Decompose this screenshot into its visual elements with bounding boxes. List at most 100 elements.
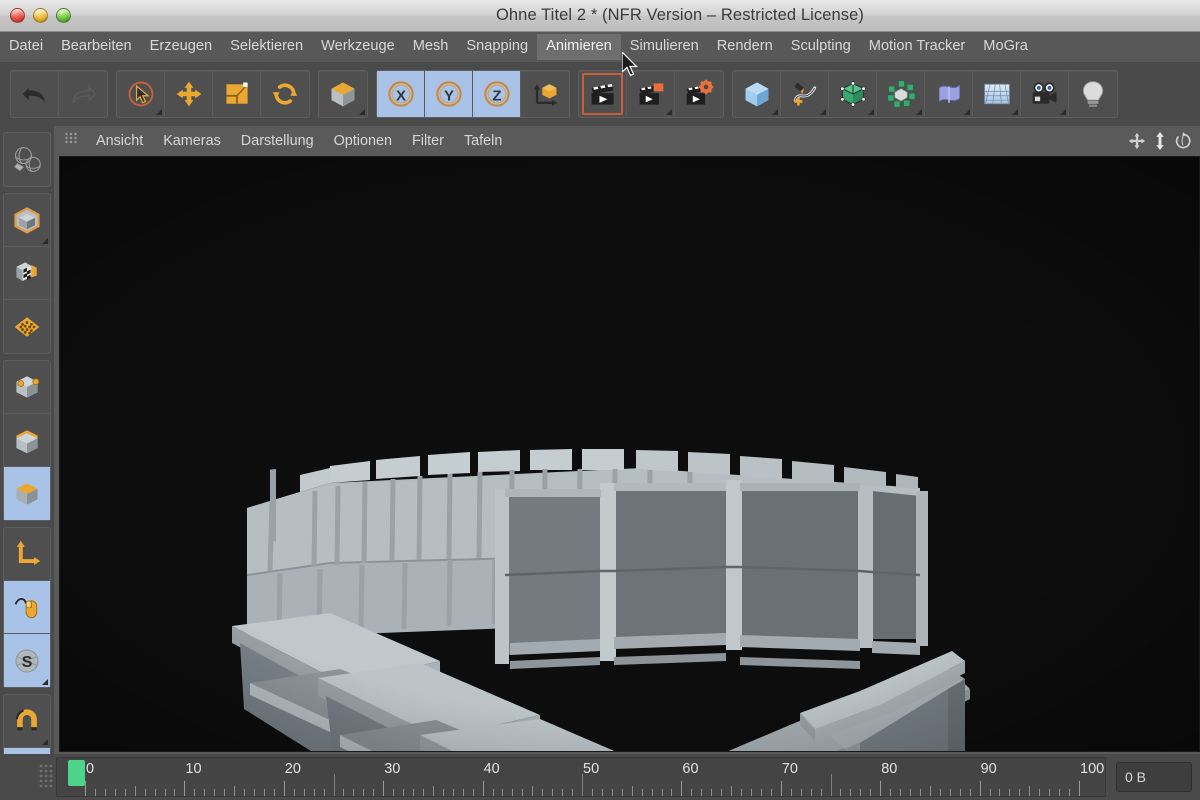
flyout-corner-icon[interactable] <box>42 739 48 745</box>
pan-icon[interactable] <box>1128 132 1146 150</box>
orbit-icon[interactable] <box>1174 132 1192 150</box>
timeline-tick-label: 10 <box>185 761 202 777</box>
make-editable-icon <box>12 145 42 175</box>
timeline-minor-tick <box>224 789 226 796</box>
sidebar-button-workplane-mode[interactable] <box>4 300 50 353</box>
timeline-major-tick <box>85 781 86 796</box>
toolbar-button-render-settings[interactable] <box>675 71 723 117</box>
toolbar-button-deformer[interactable] <box>925 71 973 117</box>
timeline-minor-tick <box>263 789 265 796</box>
flyout-corner-icon[interactable] <box>772 109 778 115</box>
timeline-minor-tick <box>611 789 613 796</box>
toolbar-button-axis-z[interactable]: Z <box>473 71 521 117</box>
menu-item-snapping[interactable]: Snapping <box>457 34 537 60</box>
sidebar-button-texture-mode[interactable] <box>4 247 50 300</box>
viewport-canvas[interactable] <box>59 156 1200 752</box>
timeline-value-field[interactable]: 0 B <box>1116 762 1192 792</box>
timeline-minor-tick <box>860 789 862 796</box>
timeline-minor-tick <box>989 789 991 796</box>
sidebar-button-edge-mode[interactable] <box>4 414 50 467</box>
menu-item-motion-tracker[interactable]: Motion Tracker <box>860 34 975 60</box>
toolbar-button-coordinate-system[interactable] <box>521 71 569 117</box>
timeline-playhead[interactable] <box>68 760 85 786</box>
sidebar-button-viewport-solo[interactable] <box>4 581 50 634</box>
viewport-menu-kameras[interactable]: Kameras <box>153 130 231 152</box>
timeline-tick-label: 0 <box>86 761 95 777</box>
menu-item-rendern[interactable]: Rendern <box>708 34 782 60</box>
timeline-minor-tick <box>432 786 434 796</box>
flyout-corner-icon[interactable] <box>1060 109 1066 115</box>
sidebar-button-make-editable[interactable] <box>4 133 50 186</box>
menu-item-animieren[interactable]: Animieren <box>537 34 621 60</box>
flyout-corner-icon[interactable] <box>964 109 970 115</box>
toolbar-button-generator[interactable] <box>829 71 877 117</box>
toolbar-button-redo[interactable] <box>59 71 107 117</box>
sidebar-button-magnet[interactable] <box>4 695 50 748</box>
toolbar-button-axis-y[interactable]: Y <box>425 71 473 117</box>
timeline-minor-tick <box>542 789 544 796</box>
toolbar-button-rotate[interactable] <box>261 71 309 117</box>
toolbar-button-environment[interactable] <box>973 71 1021 117</box>
timeline-minor-tick <box>363 789 365 796</box>
toolbar-button-scale[interactable] <box>213 71 261 117</box>
timeline-minor-tick <box>134 786 136 796</box>
flyout-corner-icon[interactable] <box>1012 109 1018 115</box>
sidebar-button-object-axis[interactable] <box>4 528 50 581</box>
sidebar-button-enable-axis[interactable]: S <box>4 634 50 687</box>
viewport-menu-filter[interactable]: Filter <box>402 130 454 152</box>
flyout-corner-icon[interactable] <box>916 109 922 115</box>
flyout-corner-icon[interactable] <box>42 679 48 685</box>
viewport-menu-darstellung[interactable]: Darstellung <box>231 130 324 152</box>
viewport-menu-optionen[interactable]: Optionen <box>324 130 402 152</box>
timeline-minor-tick <box>641 789 643 796</box>
timeline-ruler[interactable]: 0 10 20 30 40 50 60 70 80 90 100 <box>56 757 1106 797</box>
flyout-corner-icon[interactable] <box>666 109 672 115</box>
menu-item-simulieren[interactable]: Simulieren <box>621 34 708 60</box>
menu-item-sculpting[interactable]: Sculpting <box>782 34 860 60</box>
menu-item-bearbeiten[interactable]: Bearbeiten <box>52 34 141 60</box>
sidebar-button-polygon-mode[interactable] <box>4 467 50 520</box>
timeline-minor-tick <box>661 789 663 796</box>
svg-text:Y: Y <box>443 88 453 105</box>
toolbar-button-select-live[interactable] <box>117 71 165 117</box>
timeline-minor-tick <box>760 789 762 796</box>
timeline-minor-tick <box>601 789 603 796</box>
menu-item-mogra[interactable]: MoGra <box>974 34 1037 60</box>
toolbar-button-move[interactable] <box>165 71 213 117</box>
menu-item-datei[interactable]: Datei <box>0 34 52 60</box>
camera-icon <box>1030 79 1060 109</box>
timeline-minor-tick <box>1029 786 1031 796</box>
flyout-corner-icon[interactable] <box>868 109 874 115</box>
toolbar-button-light[interactable] <box>1069 71 1117 117</box>
toolbar-group-undo-redo <box>10 70 108 118</box>
sidebar-button-point-mode[interactable] <box>4 361 50 414</box>
flyout-corner-icon[interactable] <box>42 238 48 244</box>
toolbar-button-cube-primitive[interactable] <box>733 71 781 117</box>
cinema4d-window: Ohne Titel 2 * (NFR Version – Restricted… <box>0 0 1200 800</box>
flyout-corner-icon[interactable] <box>359 109 365 115</box>
menu-item-mesh[interactable]: Mesh <box>404 34 458 60</box>
timeline-minor-tick <box>492 789 494 796</box>
toolbar-button-camera[interactable] <box>1021 71 1069 117</box>
sidebar-button-model-mode[interactable] <box>4 194 50 247</box>
toolbar-button-axis-x[interactable]: X <box>377 71 425 117</box>
flyout-corner-icon[interactable] <box>156 109 162 115</box>
toolbar-group-tools <box>116 70 310 118</box>
timeline-minor-tick <box>721 789 723 796</box>
menu-item-werkzeuge[interactable]: Werkzeuge <box>312 34 404 60</box>
dolly-icon[interactable] <box>1152 132 1168 150</box>
viewport-menu-tafeln[interactable]: Tafeln <box>454 130 512 152</box>
toolbar-button-render-view[interactable] <box>579 71 627 117</box>
toolbar-button-mograph[interactable] <box>877 71 925 117</box>
toolbar-button-render-region[interactable] <box>627 71 675 117</box>
viewport-menu-ansicht[interactable]: Ansicht <box>86 130 153 152</box>
menu-item-erzeugen[interactable]: Erzeugen <box>141 34 221 60</box>
toolbar-button-world-object-axis[interactable] <box>319 71 367 117</box>
flyout-corner-icon[interactable] <box>820 109 826 115</box>
menu-item-selektieren[interactable]: Selektieren <box>221 34 312 60</box>
timeline-minor-tick <box>552 789 554 796</box>
toolbar-button-undo[interactable] <box>11 71 59 117</box>
light-icon <box>1078 79 1108 109</box>
toolbar-button-spline-pen[interactable] <box>781 71 829 117</box>
grid-handle-icon[interactable] <box>64 131 78 152</box>
